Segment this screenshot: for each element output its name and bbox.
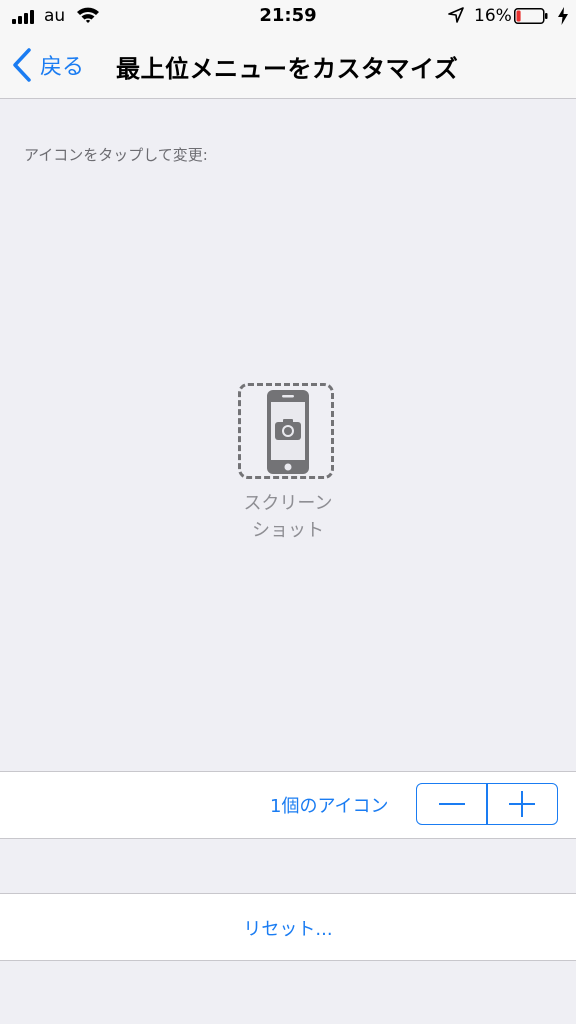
- screenshot-icon-slot[interactable]: [238, 383, 334, 479]
- back-button-label: 戻る: [40, 55, 85, 80]
- battery-percentage: 16%: [474, 6, 512, 26]
- screenshot-phone-icon: [267, 390, 309, 474]
- minus-icon: [438, 803, 465, 805]
- navigation-bar: 戻る 最上位メニューをカスタマイズ: [0, 32, 576, 99]
- icon-label-line2: ショット: [252, 520, 324, 541]
- icon-label-line1: スクリーン: [243, 493, 333, 514]
- icon-count-stepper[interactable]: [416, 783, 558, 825]
- battery-level-fill: [516, 10, 521, 22]
- reset-button[interactable]: リセット...: [0, 893, 576, 961]
- reset-label: リセット...: [243, 919, 333, 940]
- icon-count-label: 1個のアイコン: [270, 796, 389, 817]
- battery-icon: [514, 8, 548, 24]
- plus-icon: [509, 791, 536, 817]
- status-bar: au 21:59 16%: [0, 0, 576, 32]
- instruction-text: アイコンをタップして変更:: [24, 146, 208, 164]
- charging-bolt-icon: [558, 7, 568, 25]
- decrement-button[interactable]: [417, 784, 486, 824]
- location-arrow-icon: [448, 7, 464, 23]
- back-button[interactable]: 戻る: [12, 32, 84, 98]
- icon-count-row: 1個のアイコン: [0, 771, 576, 839]
- icon-label: スクリーン ショット: [188, 490, 388, 544]
- increment-button[interactable]: [488, 784, 557, 824]
- chevron-left-icon: [13, 48, 31, 82]
- page-title: 最上位メニューをカスタマイズ: [116, 55, 459, 83]
